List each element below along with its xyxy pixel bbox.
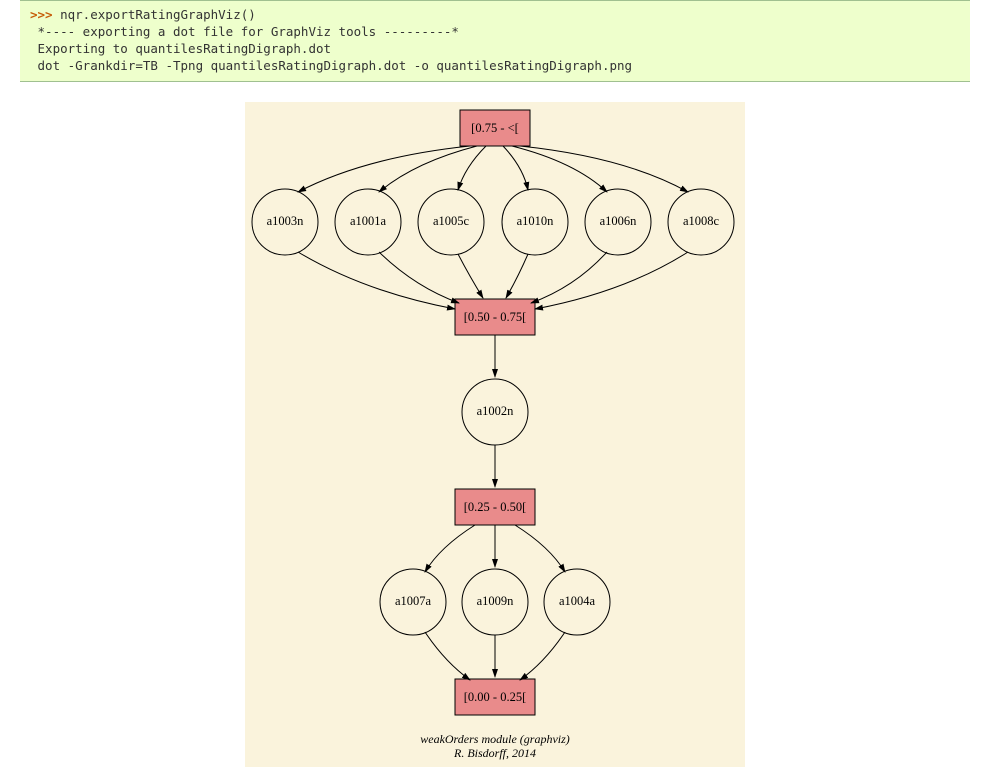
caption-line-2: R. Bisdorff, 2014 <box>454 746 536 760</box>
prompt: >>> <box>30 7 60 22</box>
node-a1009n: a1009n <box>477 593 515 607</box>
quantile-label-3: [0.00 - 0.25[ <box>464 689 527 703</box>
caption-line-1: weakOrders module (graphviz) <box>420 732 570 746</box>
node-a1005c: a1005c <box>433 213 470 227</box>
output-line: *---- exporting a dot file for GraphViz … <box>30 24 459 39</box>
node-a1003n: a1003n <box>267 213 305 227</box>
output-line: Exporting to quantilesRatingDigraph.dot <box>30 41 331 56</box>
node-a1001a: a1001a <box>350 213 387 227</box>
figure-caption: weakOrders module (graphviz) R. Bisdorff… <box>245 732 745 761</box>
code-block: >>> nqr.exportRatingGraphViz() *---- exp… <box>20 0 970 82</box>
svg-text:a1002n: a1002n <box>477 403 515 417</box>
row2-nodes: a1007a a1009n a1004a <box>380 569 610 635</box>
node-a1010n: a1010n <box>517 213 555 227</box>
quantile-label-0: [0.75 - <[ <box>471 120 519 134</box>
quantile-label-2: [0.25 - 0.50[ <box>464 499 527 513</box>
quantile-label-1: [0.50 - 0.75[ <box>464 309 527 323</box>
output-line: dot -Grankdir=TB -Tpng quantilesRatingDi… <box>30 58 632 73</box>
command: nqr.exportRatingGraphViz() <box>60 7 256 22</box>
graph-figure: [0.75 - <[ a1003n a1001a a1005c a1010n a… <box>245 102 745 767</box>
node-a1008c: a1008c <box>683 213 720 227</box>
node-a1004a: a1004a <box>559 593 596 607</box>
node-a1007a: a1007a <box>395 593 432 607</box>
node-a1006n: a1006n <box>600 213 638 227</box>
graphviz-digraph: [0.75 - <[ a1003n a1001a a1005c a1010n a… <box>245 102 745 767</box>
row1-nodes: a1003n a1001a a1005c a1010n a1006n a1008… <box>252 189 734 255</box>
